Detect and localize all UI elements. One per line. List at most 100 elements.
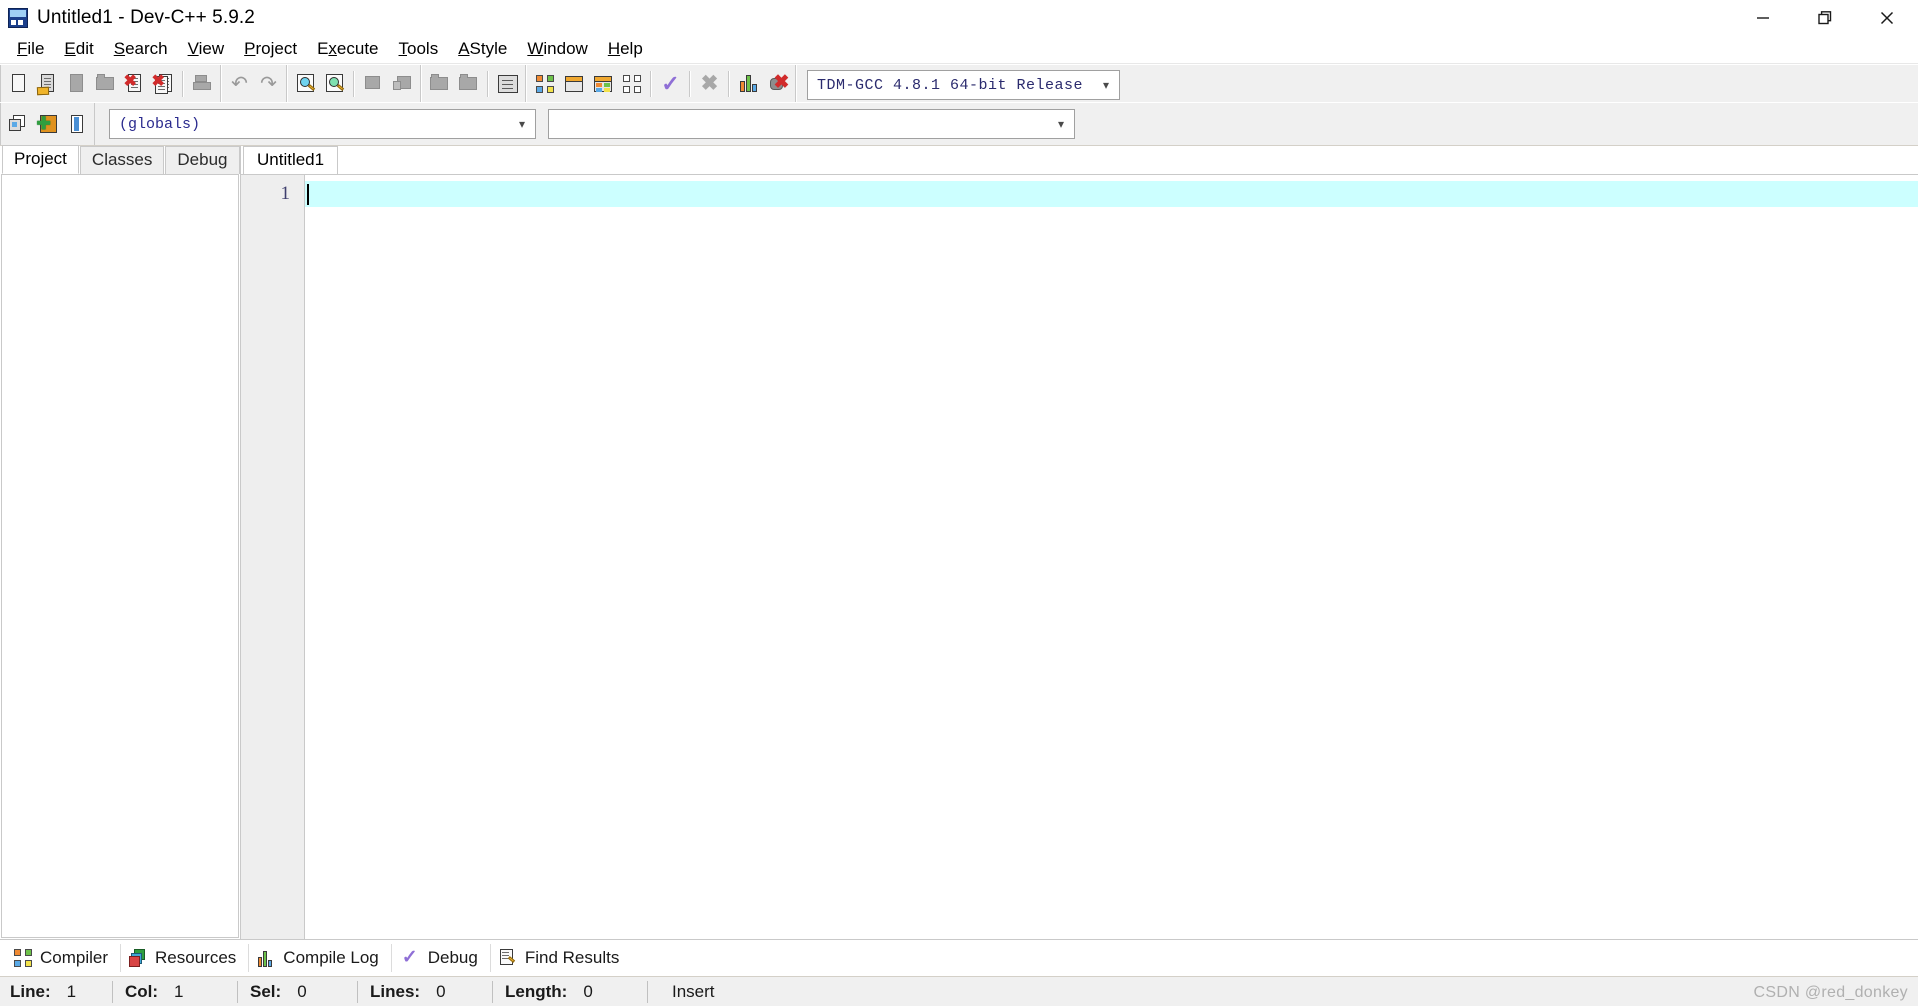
close-all-button[interactable]: ✖ bbox=[149, 69, 178, 98]
delete-profile-icon: ✖ bbox=[767, 73, 789, 94]
redo-button[interactable]: ↷ bbox=[254, 69, 283, 98]
status-line: Line: 1 bbox=[0, 982, 110, 1002]
menu-view[interactable]: View bbox=[178, 36, 235, 63]
toolbar-group-compiler: TDM-GCC 4.8.1 64-bit Release ▾ bbox=[796, 65, 1123, 102]
toolbar-separator bbox=[728, 70, 730, 97]
replace-button[interactable] bbox=[320, 69, 349, 98]
goto-prev-icon bbox=[429, 73, 451, 95]
open-file-button[interactable] bbox=[33, 69, 62, 98]
scope-select[interactable]: (globals) ▾ bbox=[109, 109, 536, 139]
stop-x-icon: ✖ bbox=[700, 71, 719, 95]
class-browser-toolbar: ✚ (globals) ▾ ▾ bbox=[0, 102, 1918, 146]
menu-help[interactable]: Help bbox=[598, 36, 653, 63]
syntax-check-button[interactable]: ✓ bbox=[656, 69, 685, 98]
book-panel-icon bbox=[66, 114, 88, 134]
status-line-label: Line: bbox=[10, 981, 51, 1001]
bottom-tab-find-results[interactable]: Find Results bbox=[491, 944, 631, 972]
devcpp-window: Untitled1 - Dev-C++ 5.9.2 File Edit Sear… bbox=[0, 0, 1918, 1006]
save-file-button[interactable] bbox=[62, 69, 91, 98]
member-select[interactable]: ▾ bbox=[548, 109, 1075, 139]
compiler-select[interactable]: TDM-GCC 4.8.1 64-bit Release ▾ bbox=[807, 70, 1120, 100]
status-sel: Sel: 0 bbox=[240, 982, 355, 1002]
goto-class-browser-button[interactable] bbox=[4, 110, 33, 139]
chevron-down-icon: ▾ bbox=[1057, 117, 1065, 131]
bottom-tab-compile-log-label: Compile Log bbox=[283, 948, 379, 967]
toolbar-group-search bbox=[287, 65, 421, 102]
profile-bars-icon bbox=[739, 74, 759, 93]
compile-button[interactable] bbox=[530, 69, 559, 98]
tab-classes[interactable]: Classes bbox=[79, 146, 165, 174]
menu-search[interactable]: Search bbox=[104, 36, 178, 63]
toolbar-group-build: ✓ ✖ ✖ bbox=[526, 65, 796, 102]
status-separator bbox=[237, 980, 238, 1003]
replace-magnifier-icon bbox=[324, 73, 346, 95]
print-button[interactable] bbox=[188, 69, 217, 98]
close-page-icon: ✖ bbox=[124, 73, 146, 95]
scope-select-value: (globals) bbox=[119, 115, 201, 133]
compile-log-bars-icon bbox=[257, 950, 275, 967]
stop-execution-button[interactable]: ✖ bbox=[695, 69, 724, 98]
toolbar-group-browser: ✚ bbox=[0, 103, 95, 145]
code-editor[interactable]: 1 bbox=[241, 174, 1918, 939]
printer-icon bbox=[192, 73, 214, 95]
menu-tools[interactable]: Tools bbox=[389, 36, 449, 63]
tab-debug[interactable]: Debug bbox=[165, 146, 240, 174]
left-panel: Project Classes Debug bbox=[0, 145, 241, 939]
toolbar-separator bbox=[487, 70, 489, 97]
bottom-tab-compile-log[interactable]: Compile Log bbox=[249, 944, 392, 972]
close-all-pages-icon: ✖ bbox=[152, 73, 175, 95]
compiler-squares-icon bbox=[14, 949, 32, 967]
run-button[interactable] bbox=[559, 69, 588, 98]
status-separator bbox=[492, 980, 493, 1003]
toolbar-group-file: ✖ ✖ bbox=[0, 65, 221, 102]
find-button[interactable] bbox=[291, 69, 320, 98]
tab-project[interactable]: Project bbox=[2, 145, 79, 174]
status-lines-value: 0 bbox=[436, 981, 446, 1001]
toggle-bookmark-button[interactable] bbox=[493, 69, 522, 98]
code-surface[interactable] bbox=[305, 175, 1918, 939]
cut-button[interactable] bbox=[359, 69, 388, 98]
toolbar-filler bbox=[1123, 65, 1918, 102]
undo-button[interactable]: ↶ bbox=[225, 69, 254, 98]
line-number-gutter: 1 bbox=[241, 175, 305, 939]
minimize-button[interactable] bbox=[1732, 0, 1794, 36]
goto-previous-button[interactable] bbox=[425, 69, 454, 98]
status-col: Col: 1 bbox=[115, 982, 235, 1002]
status-length-label: Length: bbox=[505, 981, 568, 1001]
open-folder-page-icon bbox=[36, 73, 59, 95]
active-code-line[interactable] bbox=[305, 181, 1918, 207]
rebuild-all-button[interactable] bbox=[617, 69, 646, 98]
compile-and-run-button[interactable] bbox=[588, 69, 617, 98]
title-bar-left: Untitled1 - Dev-C++ 5.9.2 bbox=[0, 7, 255, 29]
goto-next-button[interactable] bbox=[454, 69, 483, 98]
toggle-panel-button[interactable] bbox=[62, 110, 91, 139]
toolbar-separator bbox=[353, 70, 355, 97]
restore-button[interactable] bbox=[1794, 0, 1856, 36]
toolbar-group-undo: ↶ ↷ bbox=[221, 65, 287, 102]
bottom-tab-debug[interactable]: ✓ Debug bbox=[392, 944, 491, 972]
add-to-project-button[interactable]: ✚ bbox=[33, 110, 62, 139]
goto-window-icon bbox=[8, 114, 30, 134]
new-file-button[interactable] bbox=[4, 69, 33, 98]
bottom-tab-resources[interactable]: Resources bbox=[121, 944, 250, 972]
close-file-button[interactable]: ✖ bbox=[120, 69, 149, 98]
editor-tab-untitled1[interactable]: Untitled1 bbox=[243, 146, 339, 174]
close-button[interactable] bbox=[1856, 0, 1918, 36]
project-tree[interactable] bbox=[1, 174, 239, 938]
delete-profile-button[interactable]: ✖ bbox=[763, 69, 792, 98]
menu-astyle[interactable]: AStyle bbox=[448, 36, 517, 63]
menu-window[interactable]: Window bbox=[517, 36, 597, 63]
save-all-button[interactable] bbox=[91, 69, 120, 98]
menu-file[interactable]: File bbox=[7, 36, 54, 63]
copy-button[interactable] bbox=[388, 69, 417, 98]
menu-execute[interactable]: Execute bbox=[307, 36, 388, 63]
menu-edit[interactable]: Edit bbox=[54, 36, 103, 63]
bottom-tab-compiler[interactable]: Compiler bbox=[6, 944, 122, 972]
status-lines-label: Lines: bbox=[370, 981, 421, 1001]
profile-button[interactable] bbox=[734, 69, 763, 98]
status-col-value: 1 bbox=[174, 981, 184, 1001]
bottom-tab-compiler-label: Compiler bbox=[40, 948, 109, 967]
menu-project[interactable]: Project bbox=[234, 36, 307, 63]
editor-tabs: Untitled1 bbox=[241, 146, 1918, 174]
status-bar: Line: 1 Col: 1 Sel: 0 Lines: 0 Length: 0… bbox=[0, 976, 1918, 1006]
